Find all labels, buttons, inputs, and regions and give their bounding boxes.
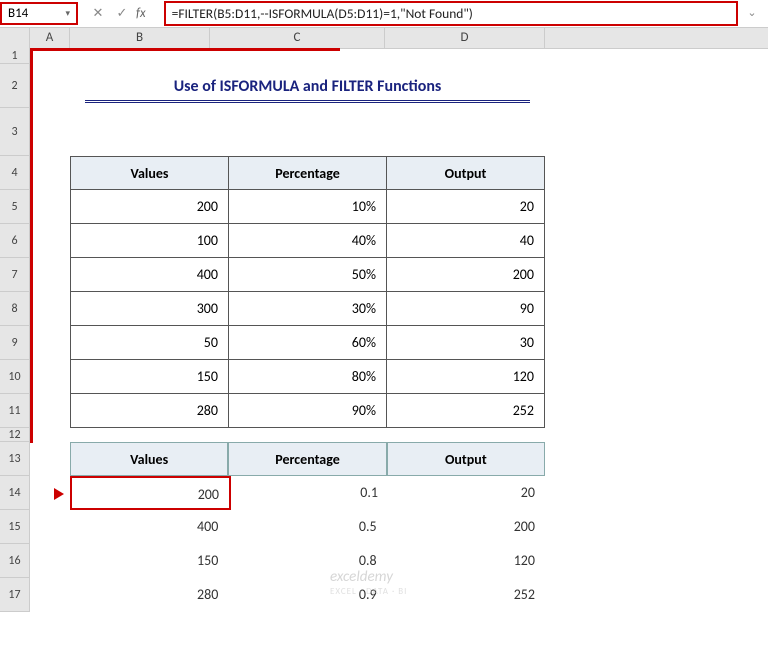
formula-input[interactable]: =FILTER(B5:D11,--ISFORMULA(D5:D11)=1,"No… (164, 1, 738, 26)
row-header-1[interactable]: 1 (0, 48, 30, 64)
cancel-icon[interactable]: ✕ (88, 6, 108, 21)
cell[interactable]: 400 (70, 258, 228, 292)
row-header-8[interactable]: 8 (0, 292, 30, 326)
dropdown-icon[interactable]: ▾ (65, 8, 70, 19)
row-header-17[interactable]: 17 (0, 578, 30, 612)
table-row: 30030%90 (70, 292, 545, 326)
cell[interactable]: 40% (228, 224, 386, 258)
formula-bar: B14 ▾ ✕ ✓ fx =FILTER(B5:D11,--ISFORMULA(… (0, 0, 768, 28)
cell[interactable]: 30 (386, 326, 545, 360)
cell[interactable]: 100 (70, 224, 228, 258)
select-all-corner[interactable] (0, 28, 30, 48)
sheet-area[interactable]: Use of ISFORMULA and FILTER Functions Va… (30, 48, 768, 443)
table-row: 5060%30 (70, 326, 545, 360)
row-header-4[interactable]: 4 (0, 156, 30, 190)
cell[interactable]: 120 (386, 360, 545, 394)
title-underline (85, 100, 530, 103)
row-header-11[interactable]: 11 (0, 394, 30, 428)
cell[interactable]: 90% (228, 394, 386, 428)
cell[interactable]: 150 (70, 360, 228, 394)
column-headers: A B C D (0, 28, 768, 49)
table-row: 2000.120 (70, 476, 545, 510)
output-table: Values Percentage Output 2000.1204000.52… (70, 442, 545, 612)
col-header-A[interactable]: A (30, 28, 70, 48)
annotation-arrow-head (54, 488, 64, 500)
table-row: 40050%200 (70, 258, 545, 292)
col-header-D[interactable]: D (385, 28, 545, 48)
formula-buttons: ✕ ✓ fx (88, 6, 156, 21)
row-header-7[interactable]: 7 (0, 258, 30, 292)
row-header-15[interactable]: 15 (0, 510, 30, 544)
cell[interactable]: 20 (388, 476, 545, 510)
cell[interactable]: 80% (228, 360, 386, 394)
cell[interactable]: 30% (228, 292, 386, 326)
name-box[interactable]: B14 ▾ (0, 2, 78, 25)
table-row: 10040%40 (70, 224, 545, 258)
col-header-B[interactable]: B (70, 28, 210, 48)
cell[interactable]: 50% (228, 258, 386, 292)
row-header-2[interactable]: 2 (0, 64, 30, 108)
cell[interactable]: 150 (70, 544, 228, 578)
watermark-brand: exceldemy (330, 568, 393, 586)
table-row: 2800.9252 (70, 578, 545, 612)
row-header-13[interactable]: 13 (0, 442, 30, 476)
th-output-2[interactable]: Output (387, 442, 545, 476)
cell[interactable]: 50 (70, 326, 228, 360)
row-header-3[interactable]: 3 (0, 108, 30, 156)
cell[interactable]: 0.1 (231, 476, 388, 510)
accept-icon[interactable]: ✓ (112, 6, 132, 21)
cell[interactable]: 40 (386, 224, 545, 258)
row-header-10[interactable]: 10 (0, 360, 30, 394)
row-header-6[interactable]: 6 (0, 224, 30, 258)
watermark: exceldemy EXCEL · DATA · BI (330, 568, 407, 597)
th-values-2[interactable]: Values (70, 442, 228, 476)
cell[interactable]: 252 (386, 394, 545, 428)
cell[interactable]: 252 (387, 578, 545, 612)
table-row: 1500.8120 (70, 544, 545, 578)
table-row: 15080%120 (70, 360, 545, 394)
row-header-9[interactable]: 9 (0, 326, 30, 360)
name-box-value: B14 (8, 6, 28, 21)
th-percentage-2[interactable]: Percentage (228, 442, 386, 476)
th-values[interactable]: Values (70, 156, 228, 190)
row-header-12[interactable]: 12 (0, 428, 30, 442)
cell[interactable]: 280 (70, 394, 228, 428)
cell[interactable]: 10% (228, 190, 386, 224)
row-headers: 1 2 3 4 5 6 7 8 9 10 11 12 13 14 15 16 1… (0, 48, 30, 612)
cell[interactable]: 90 (386, 292, 545, 326)
cell[interactable]: 20 (386, 190, 545, 224)
cell[interactable]: 200 (70, 190, 228, 224)
watermark-sub: EXCEL · DATA · BI (330, 586, 407, 597)
cell[interactable]: 120 (387, 544, 545, 578)
cell[interactable]: 280 (70, 578, 228, 612)
row-header-14[interactable]: 14 (0, 476, 30, 510)
annotation-arrow (30, 51, 48, 443)
cell[interactable]: 0.5 (228, 510, 386, 544)
annotation-arrow (30, 48, 340, 51)
table-row: 28090%252 (70, 394, 545, 428)
cell[interactable]: 60% (228, 326, 386, 360)
row-header-16[interactable]: 16 (0, 544, 30, 578)
spreadsheet-grid: A B C D 1 2 3 4 5 6 7 8 9 10 11 12 13 14… (0, 28, 768, 49)
active-cell[interactable]: 200 (70, 476, 231, 510)
cell[interactable]: 200 (387, 510, 545, 544)
row-header-5[interactable]: 5 (0, 190, 30, 224)
cell[interactable]: 400 (70, 510, 228, 544)
fx-icon[interactable]: fx (136, 6, 146, 21)
cell[interactable]: 300 (70, 292, 228, 326)
th-percentage[interactable]: Percentage (228, 156, 386, 190)
cell[interactable]: 200 (386, 258, 545, 292)
col-header-C[interactable]: C (210, 28, 385, 48)
table-row: 4000.5200 (70, 510, 545, 544)
expand-icon[interactable]: ⌄ (742, 6, 762, 19)
table-row: 20010%20 (70, 190, 545, 224)
data-table: Values Percentage Output 20010%2010040%4… (70, 156, 545, 428)
th-output[interactable]: Output (386, 156, 545, 190)
